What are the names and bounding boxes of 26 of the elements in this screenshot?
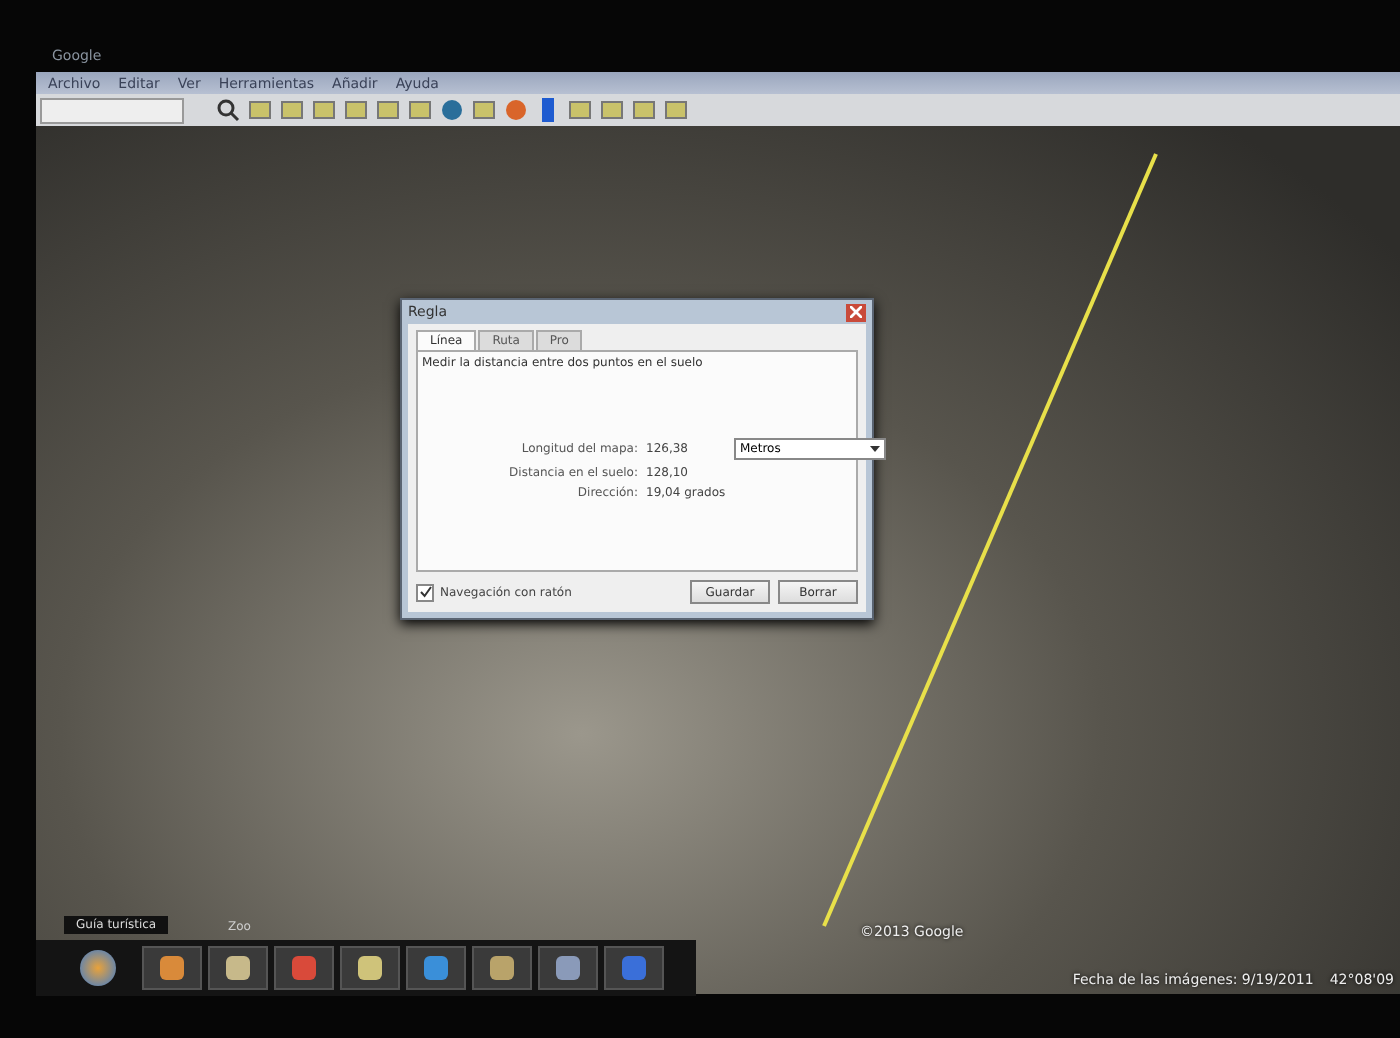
toolbar-icon[interactable]	[374, 97, 400, 123]
toolbar-icon[interactable]	[502, 97, 528, 123]
start-button[interactable]	[80, 950, 116, 986]
search-icon[interactable]	[214, 97, 240, 123]
toolbar-icon[interactable]	[662, 97, 688, 123]
satellite-map[interactable]	[36, 126, 1400, 994]
taskbar-icon[interactable]	[472, 946, 532, 990]
toolbar-icon[interactable]	[278, 97, 304, 123]
toolbar-icon[interactable]	[566, 97, 592, 123]
checkbox[interactable]	[416, 583, 434, 601]
taskbar-icon[interactable]	[538, 946, 598, 990]
caret-icon	[870, 446, 880, 452]
taskbar-icon[interactable]	[274, 946, 334, 990]
taskbar-icon[interactable]	[340, 946, 400, 990]
toolbar-icon[interactable]	[630, 97, 656, 123]
toolbar-icon[interactable]	[310, 97, 336, 123]
toolbar-icon[interactable]	[438, 97, 464, 123]
toolbar-icon[interactable]	[598, 97, 624, 123]
search-field[interactable]	[40, 97, 184, 123]
toolbar-icon[interactable]	[470, 97, 496, 123]
toolbar-icon[interactable]	[342, 97, 368, 123]
taskbar-icon[interactable]	[406, 946, 466, 990]
toolbar-icon[interactable]	[406, 97, 432, 123]
close-button[interactable]	[846, 303, 866, 321]
taskbar-icon[interactable]	[142, 946, 202, 990]
taskbar-icon[interactable]	[208, 946, 268, 990]
